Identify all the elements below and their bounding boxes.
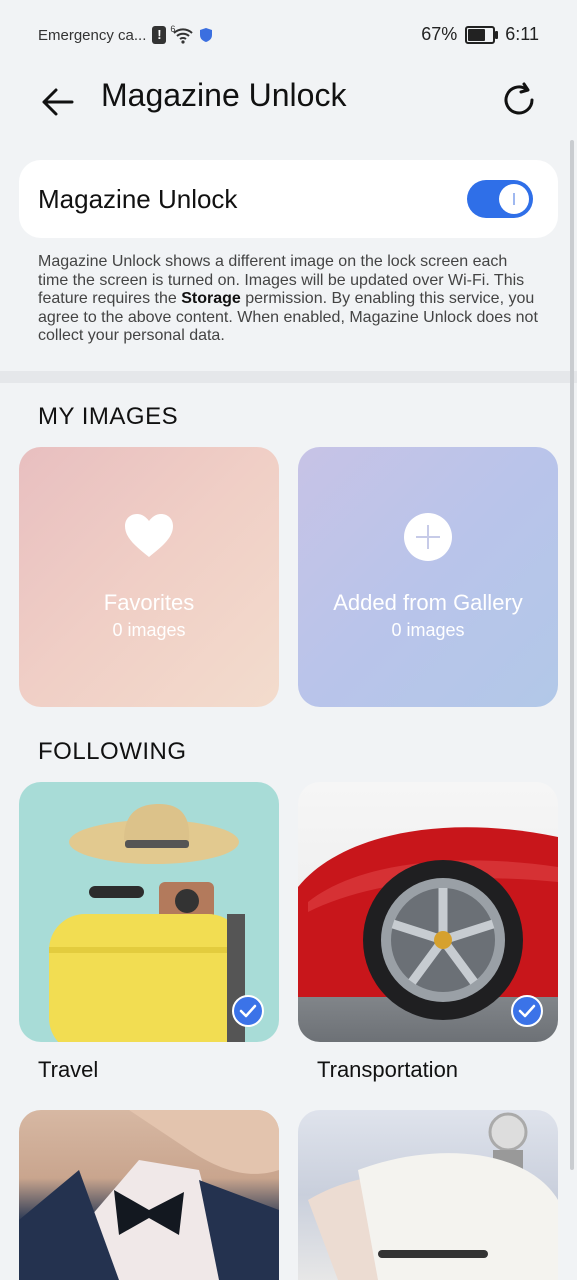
fashion-illustration [19,1110,279,1280]
magazine-unlock-card: Magazine Unlock [19,160,558,238]
favorites-count: 0 images [112,620,186,640]
status-bar: Emergency ca... ! 6 67% 6:11 [0,0,577,72]
network-badge: 6 [170,24,176,34]
scrollbar[interactable] [570,140,574,1170]
travel-image[interactable] [19,782,279,1042]
carrier-label: Emergency ca... [38,26,147,44]
battery-percent: 67% [421,24,458,44]
favorites-tile[interactable]: Favorites 0 images [19,447,279,707]
clock: 6:11 [505,24,539,44]
plus-icon [404,513,452,561]
shield-icon [200,28,213,42]
alert-icon: ! [152,26,167,44]
bag-illustration [308,1112,558,1280]
favorites-title: Favorites [103,590,195,615]
selected-check-icon [232,995,264,1027]
battery-icon [465,25,499,44]
magazine-unlock-label: Magazine Unlock [38,184,238,214]
page-title: Magazine Unlock [101,77,347,113]
transportation-label: Transportation [317,1057,459,1082]
my-images-heading: MY IMAGES [38,403,179,430]
status-right: 67% 6:11 [421,24,539,45]
following-heading: FOLLOWING [38,738,187,765]
status-left: Emergency ca... ! 6 [38,24,213,44]
storage-permission-text: Storage [181,290,241,307]
selected-check-icon [511,995,543,1027]
wifi-icon [173,28,194,44]
added-from-gallery-tile[interactable]: Added from Gallery 0 images [298,447,558,707]
gallery-title: Added from Gallery [333,590,523,615]
fashion-image[interactable] [19,1110,279,1280]
feature-description: Magazine Unlock shows a different image … [38,253,538,346]
app-header: Magazine Unlock [0,72,577,132]
toggle-knob [499,184,529,214]
section-divider [0,371,577,383]
refresh-icon[interactable] [499,80,539,120]
transportation-image[interactable] [298,782,558,1042]
arrow-left-icon[interactable] [38,82,78,122]
heart-icon [125,514,173,557]
gallery-count: 0 images [391,620,465,640]
travel-label: Travel [38,1057,99,1082]
fashion-bag-image[interactable] [298,1110,558,1280]
magazine-unlock-toggle[interactable] [467,180,533,218]
